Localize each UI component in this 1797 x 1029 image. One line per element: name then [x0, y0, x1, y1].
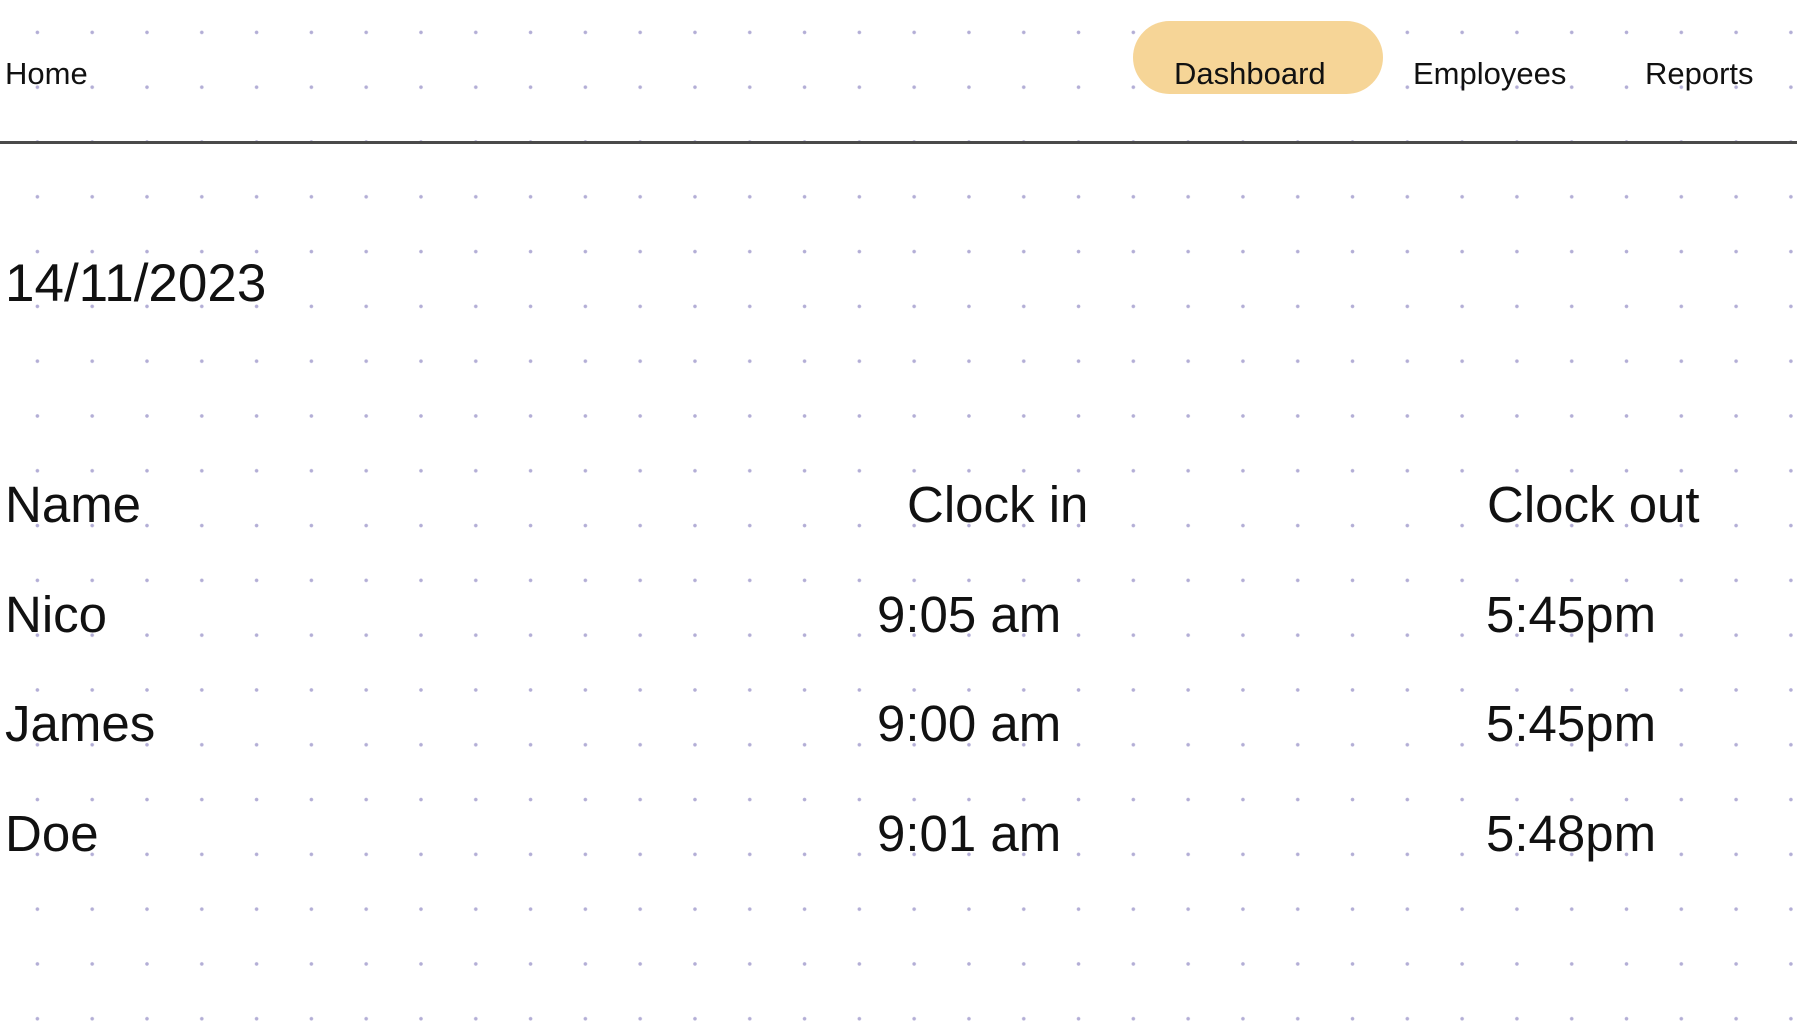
header-divider: [0, 141, 1797, 144]
clock-out-time: 5:45pm: [1486, 695, 1657, 752]
employee-name: James: [5, 695, 156, 752]
clock-out-time: 5:48pm: [1486, 805, 1657, 862]
current-date: 14/11/2023: [5, 254, 267, 313]
clock-in-time: 9:01 am: [877, 805, 1062, 862]
nav-reports-link[interactable]: Reports: [1645, 56, 1754, 92]
employee-name: Nico: [5, 586, 108, 643]
clock-out-time: 5:45pm: [1486, 586, 1657, 643]
employee-name: Doe: [5, 805, 99, 862]
column-header-clock-in: Clock in: [907, 476, 1089, 533]
nav-home-link[interactable]: Home: [5, 56, 88, 92]
column-header-clock-out: Clock out: [1487, 476, 1700, 533]
column-header-name: Name: [5, 476, 142, 533]
clock-in-time: 9:00 am: [877, 695, 1062, 752]
nav-dashboard-link[interactable]: Dashboard: [1174, 56, 1326, 92]
clock-in-time: 9:05 am: [877, 586, 1062, 643]
nav-employees-link[interactable]: Employees: [1413, 56, 1566, 92]
